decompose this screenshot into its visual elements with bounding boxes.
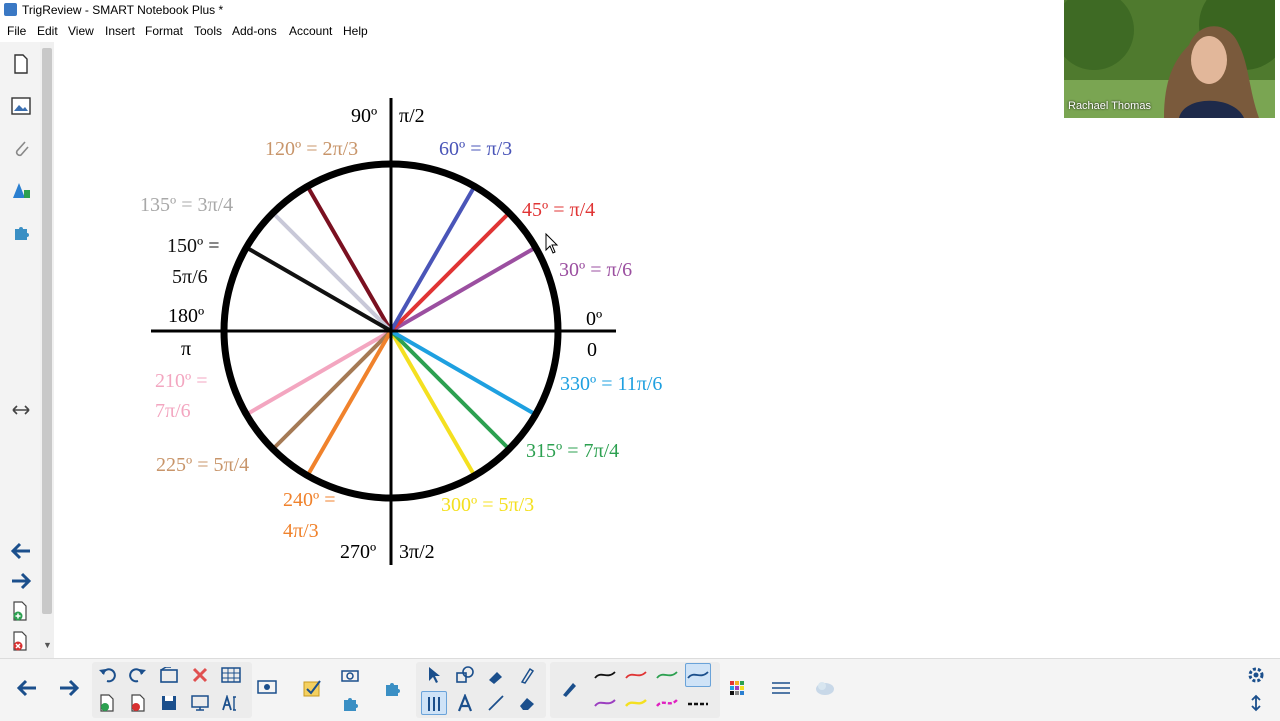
properties-icon[interactable]	[9, 178, 33, 202]
unit-circle-diagram: 90º π/2 270º 3π/2 180º π 0º 0 60º = π/3 …	[140, 98, 662, 565]
color-grid-icon[interactable]	[724, 676, 750, 700]
label-45: 45º = π/4	[522, 199, 595, 221]
pen-red-icon[interactable]	[623, 663, 649, 687]
back-arrow-icon[interactable]	[14, 676, 40, 700]
app-icon	[4, 3, 17, 16]
label-240-line1: 240º =	[283, 489, 335, 511]
scroll-down-icon[interactable]: ▼	[43, 640, 52, 650]
label-330: 330º = 11π/6	[560, 373, 662, 395]
pen-icon[interactable]	[556, 676, 582, 700]
label-315: 315º = 7π/4	[526, 440, 619, 462]
vertical-scrollbar[interactable]: ▼	[40, 42, 54, 658]
cloud-icon[interactable]	[812, 676, 838, 700]
text-recognition-icon[interactable]	[218, 691, 244, 715]
label-90-deg: 90º	[351, 105, 377, 127]
delete-icon[interactable]	[187, 663, 213, 687]
forward-arrow-icon[interactable]	[56, 676, 82, 700]
label-30: 30º = π/6	[559, 259, 632, 281]
settings-icon[interactable]	[1243, 663, 1269, 687]
label-210-line1: 210º =	[155, 370, 207, 392]
label-180-rad: π	[181, 338, 191, 360]
page-sorter-icon[interactable]	[9, 52, 33, 76]
menu-tools[interactable]: Tools	[194, 24, 222, 38]
label-90-rad: π/2	[399, 105, 425, 127]
resize-arrows-icon[interactable]	[9, 398, 33, 422]
pen-black-icon[interactable]	[592, 663, 618, 687]
scrollbar-thumb[interactable]	[42, 48, 52, 614]
undo-icon[interactable]	[94, 663, 120, 687]
label-210-line2: 7π/6	[155, 400, 191, 422]
notebook-canvas[interactable]: 90º π/2 270º 3π/2 180º π 0º 0 60º = π/3 …	[54, 42, 1280, 658]
delete-page-icon[interactable]	[9, 629, 33, 653]
screen-shade-icon[interactable]	[187, 691, 213, 715]
redo-icon[interactable]	[125, 663, 151, 687]
window-title: TrigReview - SMART Notebook Plus *	[22, 3, 224, 17]
response-icon[interactable]	[299, 676, 325, 700]
pen-black-dashed-icon[interactable]	[685, 691, 711, 715]
label-120: 120º = 2π/3	[265, 138, 358, 160]
shapes-icon[interactable]	[452, 663, 478, 687]
delete-page-icon[interactable]	[125, 691, 151, 715]
webcam-video: Rachael Thomas	[1064, 0, 1275, 118]
menu-file[interactable]: File	[7, 24, 26, 38]
label-0-rad: 0	[587, 339, 597, 361]
eraser-icon[interactable]	[514, 691, 540, 715]
label-150-line1: 150º =	[167, 235, 219, 257]
label-270-rad: 3π/2	[399, 541, 435, 563]
label-225: 225º = 5π/4	[156, 454, 249, 476]
side-panel	[0, 42, 41, 658]
pen-green-icon[interactable]	[654, 663, 680, 687]
magic-pen-icon[interactable]	[514, 663, 540, 687]
addon-tool-icon[interactable]	[337, 691, 363, 715]
fill-icon[interactable]	[483, 663, 509, 687]
label-150-line2: 5π/6	[172, 266, 208, 288]
label-300: 300º = 5π/3	[441, 494, 534, 516]
camera-icon[interactable]	[337, 663, 363, 687]
label-0-deg: 0º	[586, 308, 602, 330]
label-60: 60º = π/3	[439, 138, 512, 160]
screen-capture-icon[interactable]	[254, 676, 280, 700]
add-page-icon[interactable]	[94, 691, 120, 715]
next-page-icon[interactable]	[9, 569, 33, 593]
gallery-icon[interactable]	[9, 94, 33, 118]
line-properties-icon[interactable]	[768, 676, 794, 700]
label-135: 135º = 3π/4	[140, 194, 233, 216]
bottom-toolbar	[0, 658, 1280, 721]
attachments-icon[interactable]	[9, 136, 33, 160]
text-tool-icon[interactable]	[452, 691, 478, 715]
menu-edit[interactable]: Edit	[37, 24, 58, 38]
toolbar-move-icon[interactable]	[1243, 691, 1269, 715]
menu-format[interactable]: Format	[145, 24, 183, 38]
pen-blue-icon[interactable]	[685, 663, 711, 687]
menu-insert[interactable]: Insert	[105, 24, 135, 38]
menu-help[interactable]: Help	[343, 24, 368, 38]
addons-icon[interactable]	[9, 220, 33, 244]
label-180-deg: 180º	[168, 305, 204, 327]
previous-page-icon[interactable]	[9, 539, 33, 563]
select-icon[interactable]	[421, 663, 447, 687]
pen-yellow-icon[interactable]	[623, 691, 649, 715]
label-240-line2: 4π/3	[283, 520, 319, 542]
save-icon[interactable]	[156, 691, 182, 715]
label-270-deg: 270º	[340, 541, 376, 563]
menu-addons[interactable]: Add-ons	[232, 24, 277, 38]
pens-icon[interactable]	[421, 691, 447, 715]
pen-purple-icon[interactable]	[592, 691, 618, 715]
line-tool-icon[interactable]	[483, 691, 509, 715]
open-file-icon[interactable]	[156, 663, 182, 687]
mouse-cursor-icon	[545, 232, 559, 254]
menu-view[interactable]: View	[68, 24, 94, 38]
participant-name: Rachael Thomas	[1068, 100, 1151, 112]
addons-icon[interactable]	[379, 676, 405, 700]
pen-magenta-dashed-icon[interactable]	[654, 691, 680, 715]
menu-account[interactable]: Account	[289, 24, 332, 38]
table-icon[interactable]	[218, 663, 244, 687]
add-page-icon[interactable]	[9, 599, 33, 623]
